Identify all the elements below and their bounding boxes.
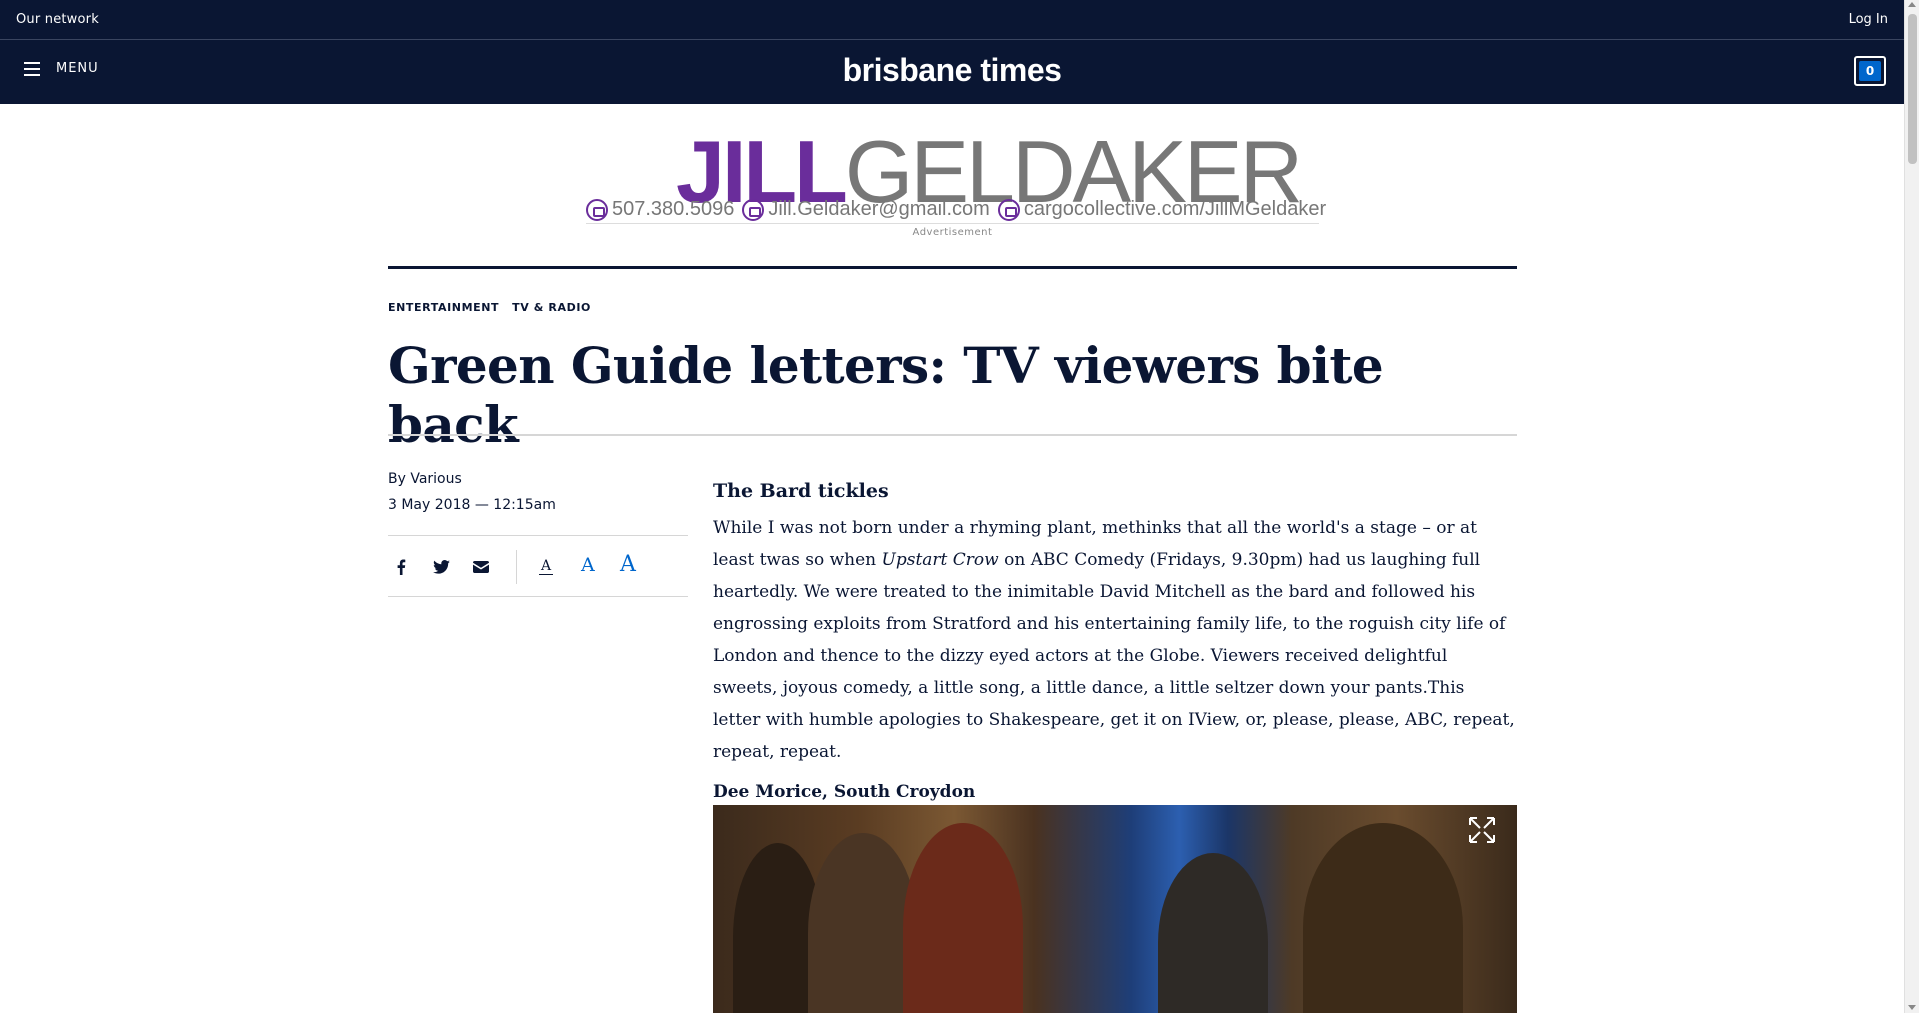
ad-contacts: 507.380.5096 Jill.Geldaker@gmail.com car… [586, 198, 1326, 224]
paragraph-rest: on ABC Comedy (Fridays, 9.30pm) had us l… [713, 550, 1515, 762]
ad-website: cargocollective.com/JillMGeldaker [1023, 198, 1327, 220]
headline-divider [388, 434, 1517, 436]
font-size-small[interactable]: A [539, 558, 554, 575]
scroll-up-icon[interactable] [1908, 2, 1916, 7]
login-link[interactable]: Log In [1849, 12, 1888, 27]
category-tv-radio[interactable]: TV & RADIO [512, 301, 591, 314]
font-size-large[interactable]: A [620, 552, 636, 577]
scrollbar-thumb[interactable] [1908, 14, 1917, 164]
portfolio-icon [997, 198, 1020, 221]
facebook-icon[interactable] [390, 556, 412, 578]
mail-icon [742, 198, 765, 221]
breadcrumb: ENTERTAINMENT TV & RADIO [388, 301, 604, 314]
publish-date: 3 May 2018 — 12:15am [388, 497, 556, 513]
letter-signoff: Dee Morice, South Croydon [713, 782, 976, 802]
ad-phone: 507.380.5096 [612, 198, 735, 220]
article-subhead: The Bard tickles [713, 480, 889, 502]
ad-email: Jill.Geldaker@gmail.com [768, 198, 990, 220]
section-divider [388, 266, 1517, 269]
share-toolbar: A A A [388, 535, 688, 597]
share-divider [516, 550, 517, 584]
email-icon[interactable] [470, 556, 492, 578]
page-scrollbar[interactable] [1904, 0, 1919, 1013]
article-headline: Green Guide letters: TV viewers bite bac… [388, 336, 1384, 454]
network-bar: Our network Log In [0, 0, 1904, 40]
counter-badge: 0 [1859, 61, 1881, 81]
category-entertainment[interactable]: ENTERTAINMENT [388, 301, 499, 314]
show-title: Upstart Crow [881, 550, 999, 570]
site-header: MENU brisbane times 0 [0, 40, 1904, 104]
subscription-counter-button[interactable]: 0 [1854, 56, 1886, 86]
our-network-link[interactable]: Our network [16, 12, 99, 27]
expand-icon[interactable] [1467, 815, 1497, 845]
advertisement-banner[interactable]: JILLGELDAKER 507.380.5096 Jill.Geldaker@… [586, 128, 1326, 240]
phone-icon [586, 198, 608, 221]
article-image[interactable] [713, 805, 1517, 1013]
twitter-icon[interactable] [430, 556, 452, 578]
ad-label: Advertisement [912, 227, 993, 238]
site-logo[interactable]: brisbane times [0, 52, 1904, 89]
article-body: The Bard tickles While I was not born un… [713, 480, 1517, 802]
scroll-down-icon[interactable] [1908, 1005, 1916, 1010]
byline[interactable]: By Various [388, 471, 462, 487]
font-size-medium[interactable]: A [581, 554, 595, 576]
article-paragraph: While I was not born under a rhyming pla… [713, 512, 1517, 768]
